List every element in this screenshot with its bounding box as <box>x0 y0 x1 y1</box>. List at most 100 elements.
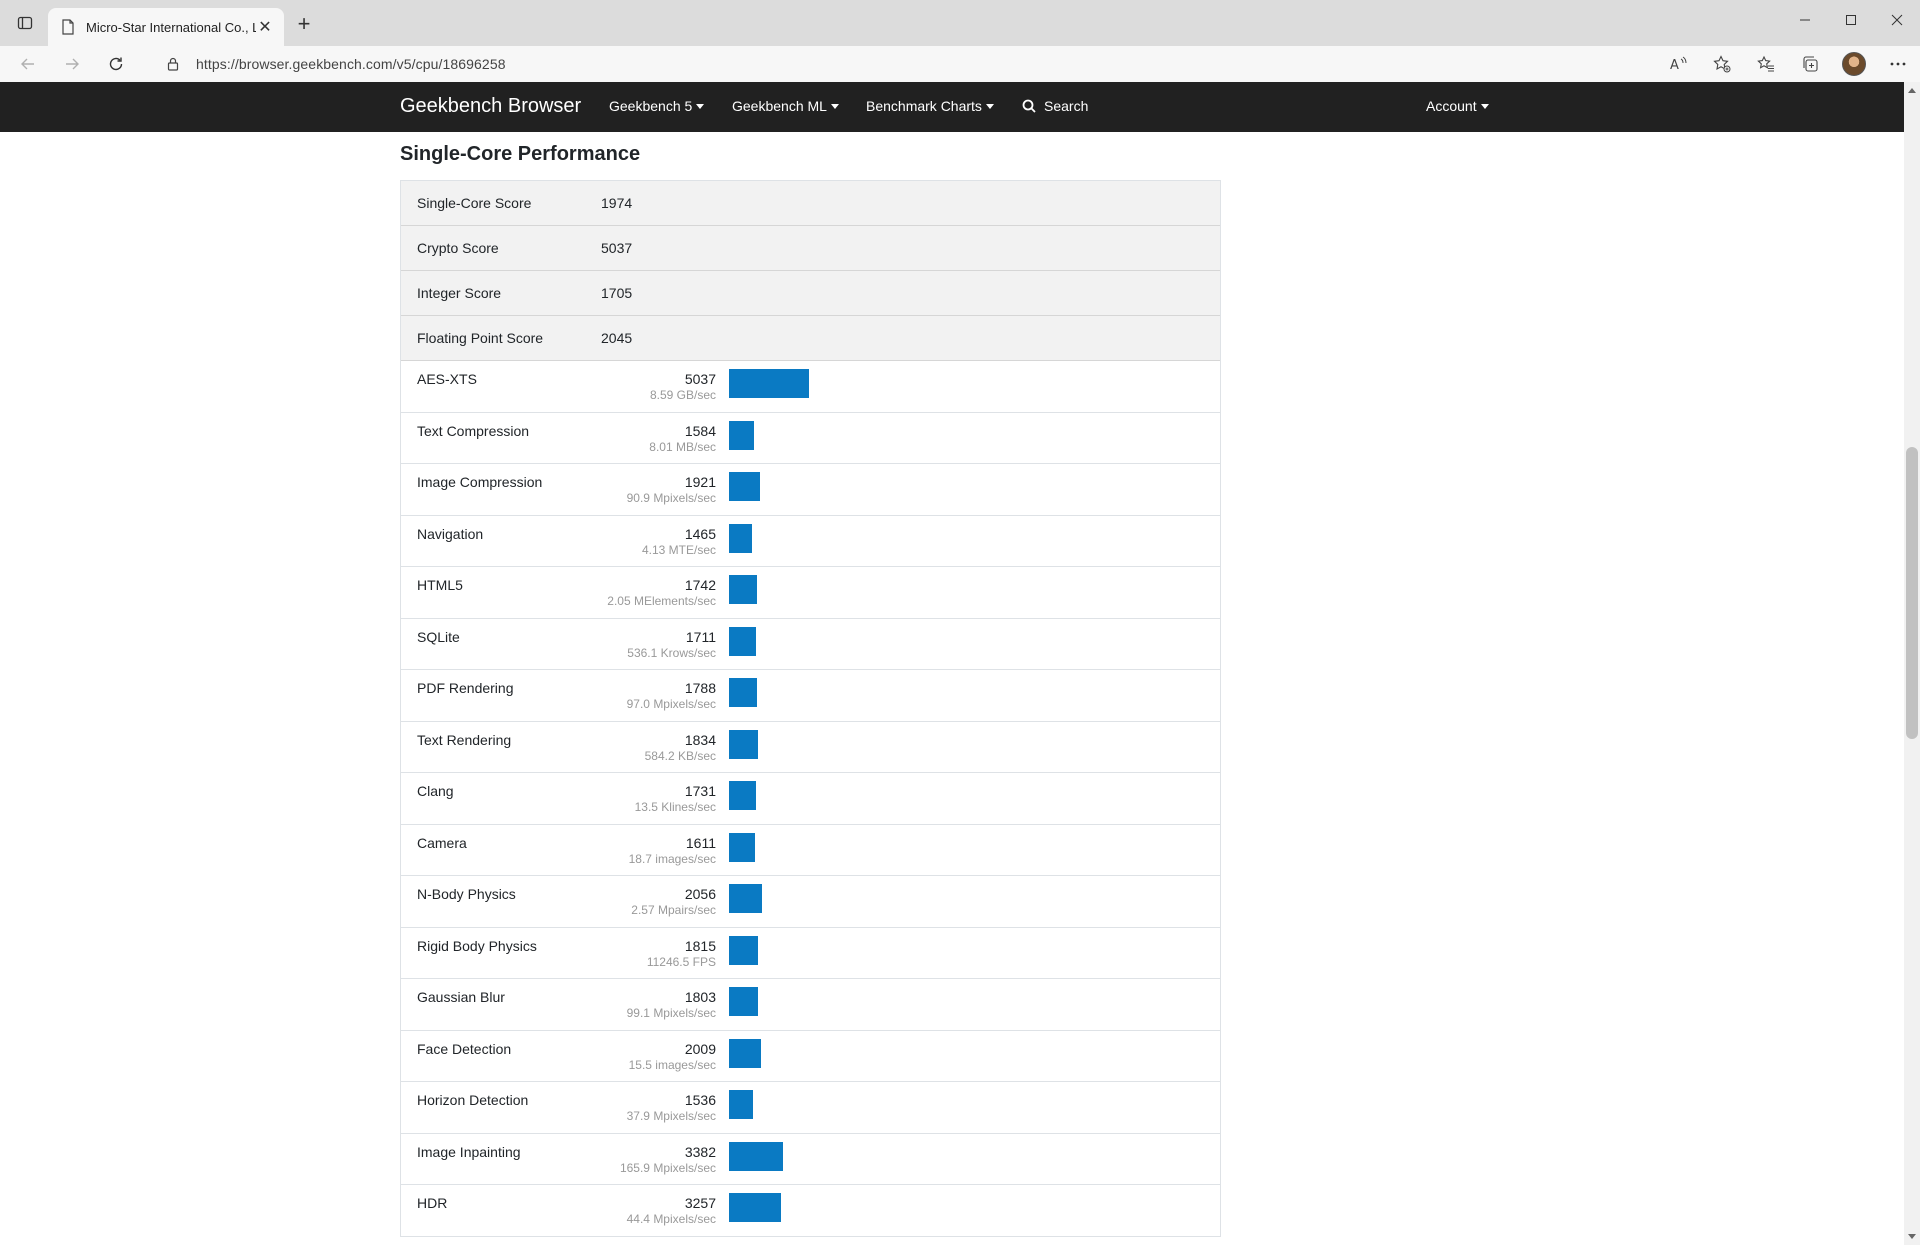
score-name: Integer Score <box>417 285 502 301</box>
read-aloud-icon[interactable]: A <box>1656 46 1700 82</box>
benchmark-score: 2009 <box>684 1040 716 1057</box>
profile-avatar[interactable] <box>1832 46 1876 82</box>
benchmark-row: Clang 1731 13.5 Klines/sec <box>401 773 1220 825</box>
score-row: Floating Point Score 2045 <box>401 316 1220 361</box>
benchmark-row: AES-XTS 5037 8.59 GB/sec <box>401 361 1220 413</box>
benchmark-row: Image Inpainting 3382 165.9 Mpixels/sec <box>401 1133 1220 1185</box>
nav-account-label: Account <box>1426 98 1477 114</box>
benchmark-bar <box>729 523 752 553</box>
benchmark-score: 1536 <box>684 1092 716 1108</box>
chevron-down-icon <box>830 103 839 109</box>
collections-icon[interactable] <box>1788 46 1832 82</box>
scroll-down-icon[interactable] <box>1904 1229 1920 1245</box>
benchmark-bar <box>729 678 757 707</box>
chevron-down-icon <box>696 103 705 109</box>
benchmark-throughput: 18.7 images/sec <box>628 851 716 866</box>
benchmark-name: HDR <box>417 1195 448 1211</box>
nav-geekbench-ml[interactable]: Geekbench ML <box>732 98 839 114</box>
benchmark-row: HTML5 1742 2.05 MElements/sec <box>401 567 1220 619</box>
chevron-down-icon <box>1480 103 1489 109</box>
benchmark-row: Text Rendering 1834 584.2 KB/sec <box>401 721 1220 773</box>
browser-tab[interactable]: Micro-Star International Co., Ltd ✕ <box>48 8 284 46</box>
benchmark-name: AES-XTS <box>417 371 477 387</box>
benchmark-throughput: 8.59 GB/sec <box>649 388 716 402</box>
benchmark-bar <box>729 575 757 604</box>
score-value: 2045 <box>601 330 633 346</box>
benchmark-name: Text Rendering <box>417 731 512 748</box>
new-tab-icon[interactable]: + <box>292 11 316 36</box>
back-icon[interactable] <box>16 53 40 75</box>
tab-actions-icon[interactable] <box>14 12 36 34</box>
score-row: Integer Score 1705 <box>401 271 1220 316</box>
benchmark-bar <box>729 1141 783 1171</box>
benchmark-row: Horizon Detection 1536 37.9 Mpixels/sec <box>401 1082 1220 1134</box>
performance-table: Single-Core Score 1974 Crypto Score 5037 Int… <box>400 180 1221 1237</box>
nav-geekbench5-label: Geekbench 5 <box>609 98 693 114</box>
benchmark-name: HTML5 <box>417 577 463 593</box>
benchmark-throughput: 4.13 MTE/sec <box>641 542 716 557</box>
site-brand[interactable]: Geekbench Browser <box>400 95 581 118</box>
page-viewport: Geekbench Browser Geekbench 5 Geekbench … <box>0 82 1904 1245</box>
benchmark-row: Gaussian Blur 1803 99.1 Mpixels/sec <box>401 979 1220 1031</box>
add-favorite-icon[interactable] <box>1700 46 1744 82</box>
nav-geekbench5[interactable]: Geekbench 5 <box>609 98 705 114</box>
benchmark-bar <box>729 832 755 862</box>
avatar <box>1842 52 1866 76</box>
benchmark-throughput: 15.5 images/sec <box>628 1057 716 1072</box>
close-tab-icon[interactable]: ✕ <box>256 18 274 36</box>
tab-title: Micro-Star International Co., Ltd <box>86 19 256 35</box>
scroll-up-icon[interactable] <box>1904 82 1920 98</box>
benchmark-throughput: 11246.5 FPS <box>646 954 716 969</box>
benchmark-score: 2056 <box>684 886 716 902</box>
benchmark-name: Text Compression <box>417 422 530 439</box>
nav-geekbench-ml-label: Geekbench ML <box>732 98 827 114</box>
search-icon <box>1022 99 1036 113</box>
benchmark-name: Gaussian Blur <box>417 989 505 1005</box>
benchmark-throughput: 90.9 Mpixels/sec <box>626 491 716 505</box>
benchmark-score: 1711 <box>685 628 716 645</box>
benchmark-name: Rigid Body Physics <box>417 937 537 954</box>
window-controls <box>1782 0 1920 40</box>
score-row: Crypto Score 5037 <box>401 226 1220 271</box>
benchmark-bar <box>729 472 760 501</box>
benchmark-score: 3382 <box>684 1143 716 1160</box>
benchmark-bar <box>729 1193 781 1222</box>
maximize-icon[interactable] <box>1828 0 1874 40</box>
benchmark-score: 1742 <box>684 577 716 593</box>
benchmark-throughput: 97.0 Mpixels/sec <box>626 697 716 711</box>
favorites-icon[interactable] <box>1744 46 1788 82</box>
benchmark-name: SQLite <box>417 628 460 645</box>
benchmark-name: Horizon Detection <box>417 1092 529 1108</box>
benchmark-score: 1731 <box>684 783 716 799</box>
nav-benchmark-charts-label: Benchmark Charts <box>866 98 982 114</box>
scrollbar-thumb[interactable] <box>1906 447 1918 739</box>
benchmark-throughput: 44.4 Mpixels/sec <box>626 1212 716 1226</box>
lock-icon[interactable] <box>164 55 182 73</box>
benchmark-name: Face Detection <box>417 1040 512 1057</box>
forward-icon[interactable] <box>60 53 84 75</box>
minimize-icon[interactable] <box>1782 0 1828 40</box>
benchmark-bar <box>729 884 762 913</box>
benchmark-row: Rigid Body Physics 1815 11246.5 FPS <box>401 927 1220 979</box>
benchmark-name: N-Body Physics <box>417 886 516 902</box>
score-name: Single-Core Score <box>417 195 532 211</box>
benchmark-row: PDF Rendering 1788 97.0 Mpixels/sec <box>401 670 1220 722</box>
nav-account[interactable]: Account <box>1426 98 1489 114</box>
benchmark-row: N-Body Physics 2056 2.57 Mpairs/sec <box>401 876 1220 928</box>
benchmark-throughput: 37.9 Mpixels/sec <box>626 1109 716 1123</box>
nav-search[interactable]: Search <box>1022 98 1088 114</box>
url-field[interactable]: https://browser.geekbench.com/v5/cpu/186… <box>148 49 1668 79</box>
refresh-icon[interactable] <box>104 53 128 75</box>
section-title: Single-Core Performance <box>400 143 641 165</box>
close-window-icon[interactable] <box>1874 0 1920 40</box>
benchmark-row: SQLite 1711 536.1 Krows/sec <box>401 618 1220 670</box>
nav-benchmark-charts[interactable]: Benchmark Charts <box>866 98 994 114</box>
benchmark-score: 1815 <box>684 937 716 954</box>
address-bar: https://browser.geekbench.com/v5/cpu/186… <box>0 46 1920 82</box>
site-navbar: Geekbench Browser Geekbench 5 Geekbench … <box>0 82 1904 132</box>
browser-tab-bar: Micro-Star International Co., Ltd ✕ + <box>0 0 1920 46</box>
benchmark-row: HDR 3257 44.4 Mpixels/sec <box>401 1185 1220 1237</box>
benchmark-throughput: 99.1 Mpixels/sec <box>626 1006 716 1020</box>
more-menu-icon[interactable] <box>1876 46 1920 82</box>
benchmark-bar <box>729 935 758 965</box>
